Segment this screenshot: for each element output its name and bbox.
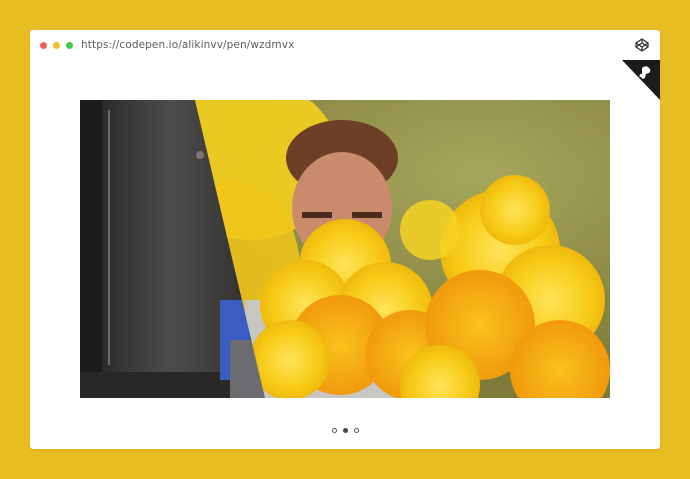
codepen-icon[interactable]	[635, 38, 649, 52]
slider-pagination	[30, 426, 660, 434]
browser-window: https://codepen.io/alikinvv/pen/wzdmvx	[30, 30, 660, 449]
title-bar: https://codepen.io/alikinvv/pen/wzdmvx	[30, 30, 660, 60]
slider-image[interactable]	[80, 100, 610, 398]
minimize-window-button[interactable]	[53, 41, 60, 49]
address-bar-url[interactable]: https://codepen.io/alikinvv/pen/wzdmvx	[81, 39, 294, 51]
zoom-window-button[interactable]	[66, 41, 73, 49]
slide-dot-2-active[interactable]	[342, 427, 348, 433]
close-window-button[interactable]	[40, 41, 47, 49]
slide-dot-1[interactable]	[331, 427, 337, 433]
slide-dot-3[interactable]	[353, 427, 359, 433]
corner-ribbon[interactable]	[622, 60, 660, 100]
